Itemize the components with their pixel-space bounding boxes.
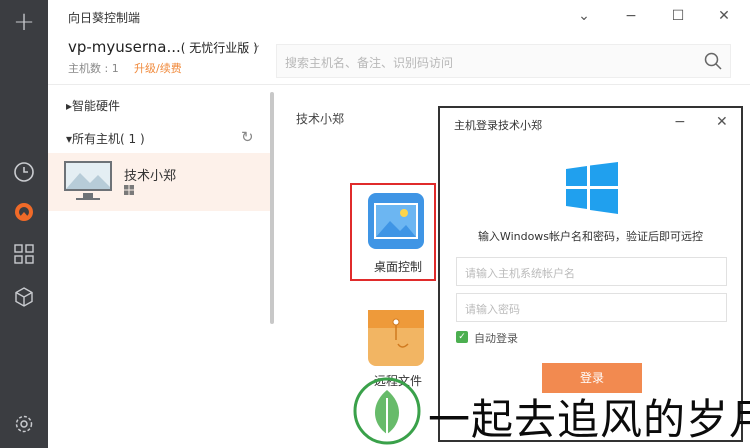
autologin-label[interactable]: 自动登录 xyxy=(474,330,518,346)
minimize-icon[interactable]: − xyxy=(623,8,639,24)
remote-file-icon[interactable] xyxy=(368,310,424,366)
dialog-close-icon[interactable]: ✕ xyxy=(716,114,728,130)
clock-icon[interactable] xyxy=(12,160,36,184)
host-name: 技术小郑 xyxy=(124,169,177,184)
apps-icon[interactable] xyxy=(12,242,36,266)
dialog-title: 主机登录技术小郑 xyxy=(454,119,542,132)
dialog-minimize-icon[interactable]: − xyxy=(674,114,686,130)
close-icon[interactable]: ✕ xyxy=(716,8,732,24)
remote-icon[interactable] xyxy=(12,200,36,224)
chevron-down-icon[interactable]: ⌄ xyxy=(252,38,261,51)
account-version: ( 无忧行业版 ) xyxy=(180,41,258,55)
password-input[interactable]: 请输入密码 xyxy=(456,293,727,322)
header-divider xyxy=(48,84,750,85)
search-placeholder: 搜索主机名、备注、识别码访问 xyxy=(285,56,454,70)
account-name[interactable]: vp-myuserna...( 无忧行业版 ) xyxy=(68,38,258,56)
windows-logo-icon xyxy=(566,162,618,214)
monitor-icon xyxy=(64,161,112,191)
monitor-base xyxy=(76,198,100,200)
upgrade-link[interactable]: 升级/续费 xyxy=(134,60,182,76)
plus-icon[interactable]: + xyxy=(12,7,36,37)
host-list-item[interactable]: 技术小郑 xyxy=(48,153,270,211)
title-bar: 向日葵控制端 ⌄ − ☐ ✕ xyxy=(48,0,750,34)
cube-icon[interactable] xyxy=(12,285,36,309)
app-title: 向日葵控制端 xyxy=(68,11,141,25)
smart-hardware-label: 智能硬件 xyxy=(72,99,121,113)
all-hosts-label: 所有主机( 1 ) xyxy=(72,132,145,146)
username-placeholder: 请输入主机系统帐户名 xyxy=(465,267,575,280)
sidebar-scrollbar[interactable] xyxy=(270,92,274,324)
settings-icon[interactable] xyxy=(12,412,36,436)
watermark-logo-icon xyxy=(353,377,421,445)
host-count: 主机数 : 1 xyxy=(68,62,119,75)
expand-icon[interactable]: ⌄ xyxy=(576,8,592,24)
username-input[interactable]: 请输入主机系统帐户名 xyxy=(456,257,727,286)
main-host-title: 技术小郑 xyxy=(296,112,345,126)
desktop-control-label[interactable]: 桌面控制 xyxy=(374,258,422,275)
tree-all-hosts[interactable]: ▾所有主机( 1 ) xyxy=(66,130,145,147)
dialog-message: 输入Windows帐户名和密码，验证后即可远控 xyxy=(477,230,704,243)
search-icon[interactable] xyxy=(704,52,722,70)
left-rail: + xyxy=(0,0,48,448)
windows-icon xyxy=(124,185,134,195)
refresh-icon[interactable]: ↻ xyxy=(241,128,254,146)
password-placeholder: 请输入密码 xyxy=(465,303,520,316)
watermark-text: 一起去追风的岁月 xyxy=(428,395,750,444)
autologin-checkbox[interactable]: ✓ xyxy=(456,331,468,343)
maximize-icon[interactable]: ☐ xyxy=(670,8,686,24)
tree-smart-hardware[interactable]: ▸智能硬件 xyxy=(66,97,120,114)
account-name-text: vp-myuserna... xyxy=(68,38,181,56)
desktop-control-icon[interactable] xyxy=(368,193,424,249)
search-input[interactable]: 搜索主机名、备注、识别码访问 xyxy=(276,44,731,78)
